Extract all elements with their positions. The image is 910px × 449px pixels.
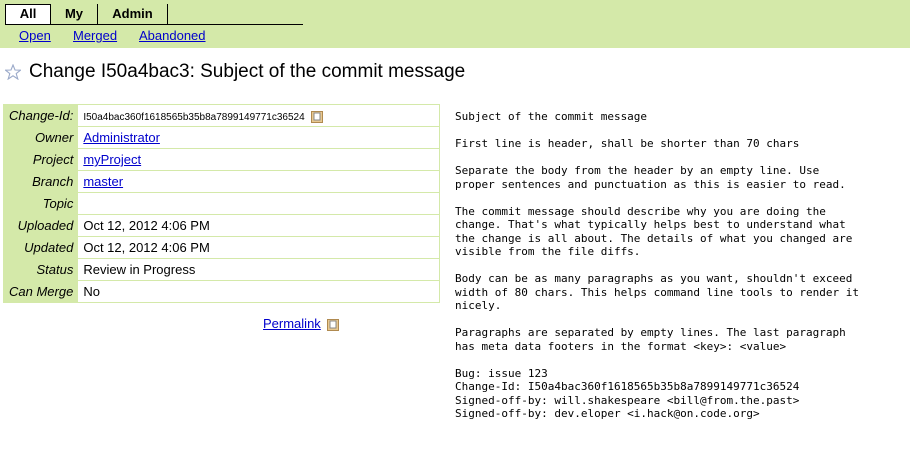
page-title: Change I50a4bac3: Subject of the commit … <box>29 61 466 82</box>
commit-message-line: Signed-off-by: will.shakespeare <bill@fr… <box>455 393 800 407</box>
label-branch: Branch <box>3 170 79 193</box>
commit-message-line: width of 80 chars. This helps command li… <box>455 285 859 299</box>
label-can-merge: Can Merge <box>3 280 79 303</box>
change-id-text: I50a4bac360f1618565b35b8a7899149771c3652… <box>83 112 305 123</box>
table-row: Topic <box>3 192 440 215</box>
value-uploaded: Oct 12, 2012 4:06 PM <box>78 214 440 237</box>
value-owner: Administrator <box>78 126 440 149</box>
copy-icon[interactable] <box>326 318 339 331</box>
link-abandoned[interactable]: Abandoned <box>139 28 206 43</box>
label-topic: Topic <box>3 192 79 215</box>
table-row: Project myProject <box>3 148 440 171</box>
commit-message: Subject of the commit message First line… <box>455 110 895 421</box>
value-can-merge: No <box>78 280 440 303</box>
commit-message-line: has meta data footers in the format <key… <box>455 339 787 353</box>
branch-link[interactable]: master <box>83 174 123 189</box>
commit-message-line: Subject of the commit message <box>455 110 648 123</box>
tab-admin[interactable]: Admin <box>98 4 168 24</box>
commit-message-line: nicely. <box>455 299 502 312</box>
commit-message-line: proper sentences and punctuation as this… <box>455 177 846 191</box>
value-branch: master <box>78 170 440 193</box>
commit-message-line: Paragraphs are separated by empty lines.… <box>455 326 846 339</box>
value-topic <box>78 192 440 215</box>
main-tabs: All My Admin <box>5 4 303 25</box>
label-project: Project <box>3 148 79 171</box>
table-row: Uploaded Oct 12, 2012 4:06 PM <box>3 214 440 237</box>
table-row: Updated Oct 12, 2012 4:06 PM <box>3 236 440 259</box>
link-merged[interactable]: Merged <box>73 28 117 43</box>
label-status: Status <box>3 258 79 281</box>
link-open[interactable]: Open <box>19 28 51 43</box>
owner-link[interactable]: Administrator <box>83 130 160 145</box>
commit-message-line: Bug: issue 123 <box>455 366 548 380</box>
table-row: Can Merge No <box>3 280 440 303</box>
commit-message-line: Change-Id: I50a4bac360f1618565b35b8a7899… <box>455 380 800 393</box>
label-owner: Owner <box>3 126 79 149</box>
permalink-link[interactable]: Permalink <box>263 316 321 331</box>
commit-message-line: Signed-off-by: dev.eloper <i.hack@on.cod… <box>455 407 760 420</box>
commit-message-line: change. That's what typically helps best… <box>455 218 846 231</box>
tab-my[interactable]: My <box>51 4 98 24</box>
commit-message-line: the change is all about. The details of … <box>455 231 853 245</box>
commit-message-line: First line is header, shall be shorter t… <box>455 137 800 150</box>
value-updated: Oct 12, 2012 4:06 PM <box>78 236 440 259</box>
star-icon[interactable] <box>5 64 21 80</box>
top-nav-bar: All My Admin Open Merged Abandoned <box>0 0 910 48</box>
table-row: Branch master <box>3 170 440 193</box>
table-row: Change-Id: I50a4bac360f1618565b35b8a7899… <box>3 104 440 127</box>
change-info-table: Change-Id: I50a4bac360f1618565b35b8a7899… <box>3 104 440 303</box>
tab-all[interactable]: All <box>5 4 51 24</box>
permalink-area: Permalink <box>263 316 339 331</box>
copy-icon[interactable] <box>310 110 323 123</box>
label-updated: Updated <box>3 236 79 259</box>
value-change-id: I50a4bac360f1618565b35b8a7899149771c3652… <box>78 104 440 127</box>
commit-message-line: visible from the file diffs. <box>455 245 641 258</box>
value-project: myProject <box>78 148 440 171</box>
commit-message-line: The commit message should describe why y… <box>455 204 826 218</box>
label-change-id: Change-Id: <box>3 104 79 127</box>
project-link[interactable]: myProject <box>83 152 141 167</box>
table-row: Owner Administrator <box>3 126 440 149</box>
commit-message-line: Separate the body from the header by an … <box>455 164 820 177</box>
label-uploaded: Uploaded <box>3 214 79 237</box>
commit-message-line: Body can be as many paragraphs as you wa… <box>455 272 853 285</box>
value-status: Review in Progress <box>78 258 440 281</box>
table-row: Status Review in Progress <box>3 258 440 281</box>
